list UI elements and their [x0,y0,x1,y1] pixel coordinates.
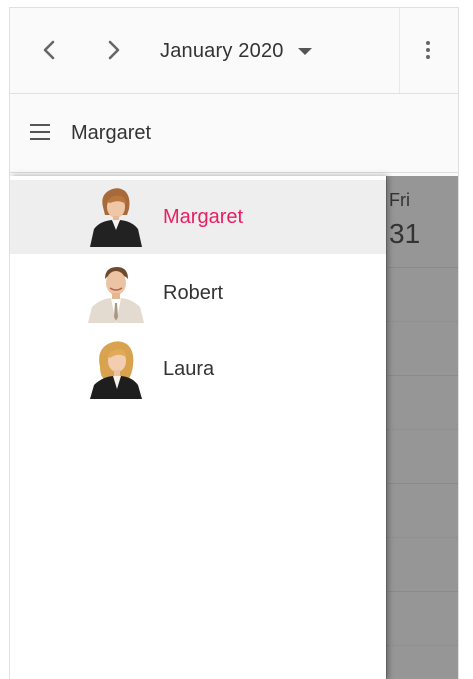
more-options-button[interactable] [414,36,442,64]
date-range-dropdown[interactable]: January 2020 [160,38,312,64]
resource-item-robert[interactable]: Robert [10,256,386,330]
calendar-view: Fri 31 [386,176,458,679]
time-slot-line [387,537,458,538]
resource-item-laura[interactable]: Laura [10,332,386,406]
scheduler: January 2020 Margaret Fri 31 Margaret Ro… [9,7,459,679]
chevron-right-icon [108,40,120,60]
time-slot-line [387,645,458,646]
avatar [86,185,146,247]
next-button[interactable] [100,36,128,64]
menu-button[interactable] [30,122,54,142]
chevron-left-icon [43,40,55,60]
time-slot-line [387,321,458,322]
resource-title: Margaret [71,122,152,144]
day-name: Fri [389,190,410,210]
time-slot-line [387,375,458,376]
time-slot-line [387,267,458,268]
resource-drawer: Margaret Robert Laura [10,176,386,679]
time-slot-line [387,429,458,430]
resource-name: Robert [163,282,224,304]
more-vertical-icon [426,41,430,59]
menu-icon [30,124,50,126]
caret-down-icon [297,47,312,55]
avatar [86,337,146,399]
resource-name: Margaret [163,206,244,228]
time-slot-line [387,483,458,484]
resource-item-margaret[interactable]: Margaret [10,180,386,254]
day-number[interactable]: 31 [389,218,420,250]
resource-header: Margaret [10,94,458,173]
resource-name: Laura [163,358,215,380]
date-range-label: January 2020 [160,39,284,62]
toolbar-divider [399,8,400,93]
avatar [86,261,146,323]
scheduler-toolbar: January 2020 [10,8,458,94]
previous-button[interactable] [35,36,63,64]
time-slot-line [387,591,458,592]
